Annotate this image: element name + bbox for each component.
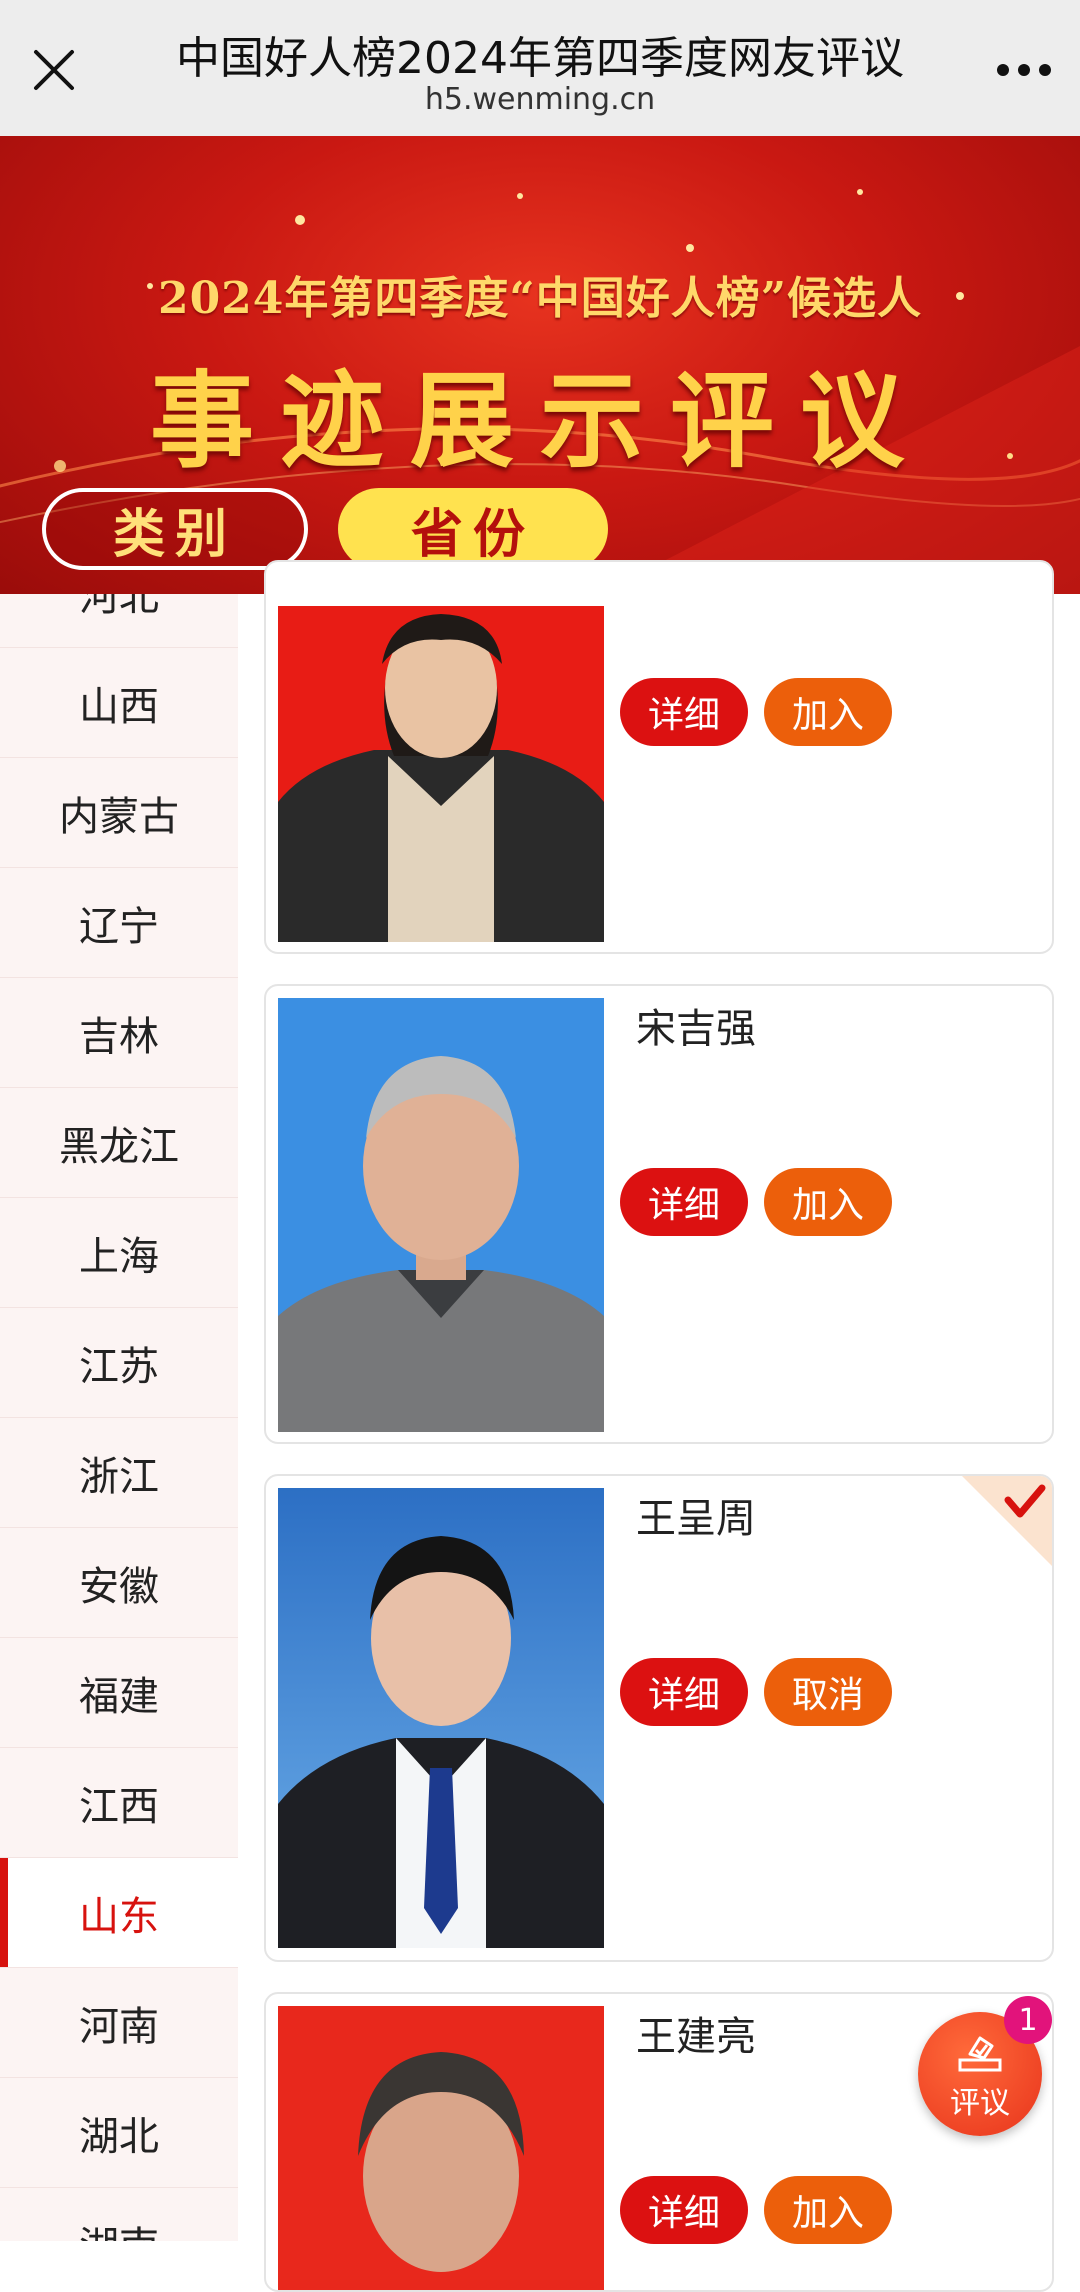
banner-title: 事迹展示评议 (149, 359, 930, 482)
detail-button[interactable]: 详细 (620, 2176, 748, 2244)
sidebar-item-neimenggu[interactable]: 内蒙古 (0, 758, 238, 868)
cancel-button[interactable]: 取消 (764, 1658, 892, 1726)
sidebar-item-liaoning[interactable]: 辽宁 (0, 868, 238, 978)
sidebar-item-fujian[interactable]: 福建 (0, 1638, 238, 1748)
banner: 2024年第四季度“中国好人榜”候选人 事迹展示评议 类别 省份 (0, 136, 1080, 594)
sidebar-item-shanghai[interactable]: 上海 (0, 1198, 238, 1308)
selected-check-icon (962, 1476, 1052, 1566)
sidebar-item-jilin[interactable]: 吉林 (0, 978, 238, 1088)
candidate-photo[interactable] (278, 998, 604, 1432)
review-fab-label: 评议 (950, 2086, 1010, 2121)
more-button[interactable] (984, 38, 1064, 102)
candidate-card: 详细 加入 (264, 560, 1054, 954)
add-button[interactable]: 加入 (764, 1168, 892, 1236)
candidate-name: 王呈周 (636, 1496, 756, 1542)
candidate-name: 宋吉强 (636, 1006, 756, 1052)
sidebar-item-hunan[interactable]: 湖南 (0, 2188, 238, 2242)
add-button[interactable]: 加入 (764, 678, 892, 746)
sidebar-item-anhui[interactable]: 安徽 (0, 1528, 238, 1638)
province-sidebar[interactable]: 河北 山西 内蒙古 辽宁 吉林 黑龙江 上海 江苏 浙江 安徽 福建 江西 山东… (0, 594, 238, 2241)
person-photo (278, 1056, 604, 1432)
sidebar-item-hebei[interactable]: 河北 (0, 594, 238, 648)
detail-button[interactable]: 详细 (620, 1658, 748, 1726)
person-photo (358, 2052, 524, 2272)
add-button[interactable]: 加入 (764, 2176, 892, 2244)
sidebar-item-hubei[interactable]: 湖北 (0, 2078, 238, 2188)
close-icon (34, 50, 74, 90)
sidebar-item-heilongjiang[interactable]: 黑龙江 (0, 1088, 238, 1198)
sidebar-item-jiangsu[interactable]: 江苏 (0, 1308, 238, 1418)
candidate-photo[interactable] (278, 606, 604, 942)
filter-province-button[interactable]: 省份 (338, 488, 608, 570)
person-photo (278, 1536, 604, 1948)
sidebar-item-shanxi[interactable]: 山西 (0, 648, 238, 758)
candidate-card: 王呈周 详细 取消 (264, 1474, 1054, 1962)
detail-button[interactable]: 详细 (620, 678, 748, 746)
filter-category-button[interactable]: 类别 (42, 488, 308, 570)
detail-button[interactable]: 详细 (620, 1168, 748, 1236)
candidate-photo[interactable] (278, 1488, 604, 1948)
sidebar-item-henan[interactable]: 河南 (0, 1968, 238, 2078)
sidebar-item-zhejiang[interactable]: 浙江 (0, 1418, 238, 1528)
review-count-badge: 1 (1004, 1996, 1052, 2044)
person-photo (278, 614, 604, 942)
candidate-photo[interactable] (278, 2006, 604, 2290)
candidate-name: 王建亮 (636, 2014, 756, 2060)
title-bar: 中国好人榜2024年第四季度网友评议 h5.wenming.cn (0, 0, 1080, 136)
candidate-card: 宋吉强 详细 加入 (264, 984, 1054, 1444)
page-url: h5.wenming.cn (424, 82, 656, 117)
page-title: 中国好人榜2024年第四季度网友评议 (176, 33, 904, 84)
ballot-icon (958, 2036, 1002, 2072)
close-button[interactable] (22, 38, 86, 102)
more-icon (997, 64, 1051, 76)
sidebar-item-shandong[interactable]: 山东 (0, 1858, 238, 1968)
banner-subtitle: 2024年第四季度“中国好人榜”候选人 (157, 273, 923, 324)
sidebar-item-jiangxi[interactable]: 江西 (0, 1748, 238, 1858)
